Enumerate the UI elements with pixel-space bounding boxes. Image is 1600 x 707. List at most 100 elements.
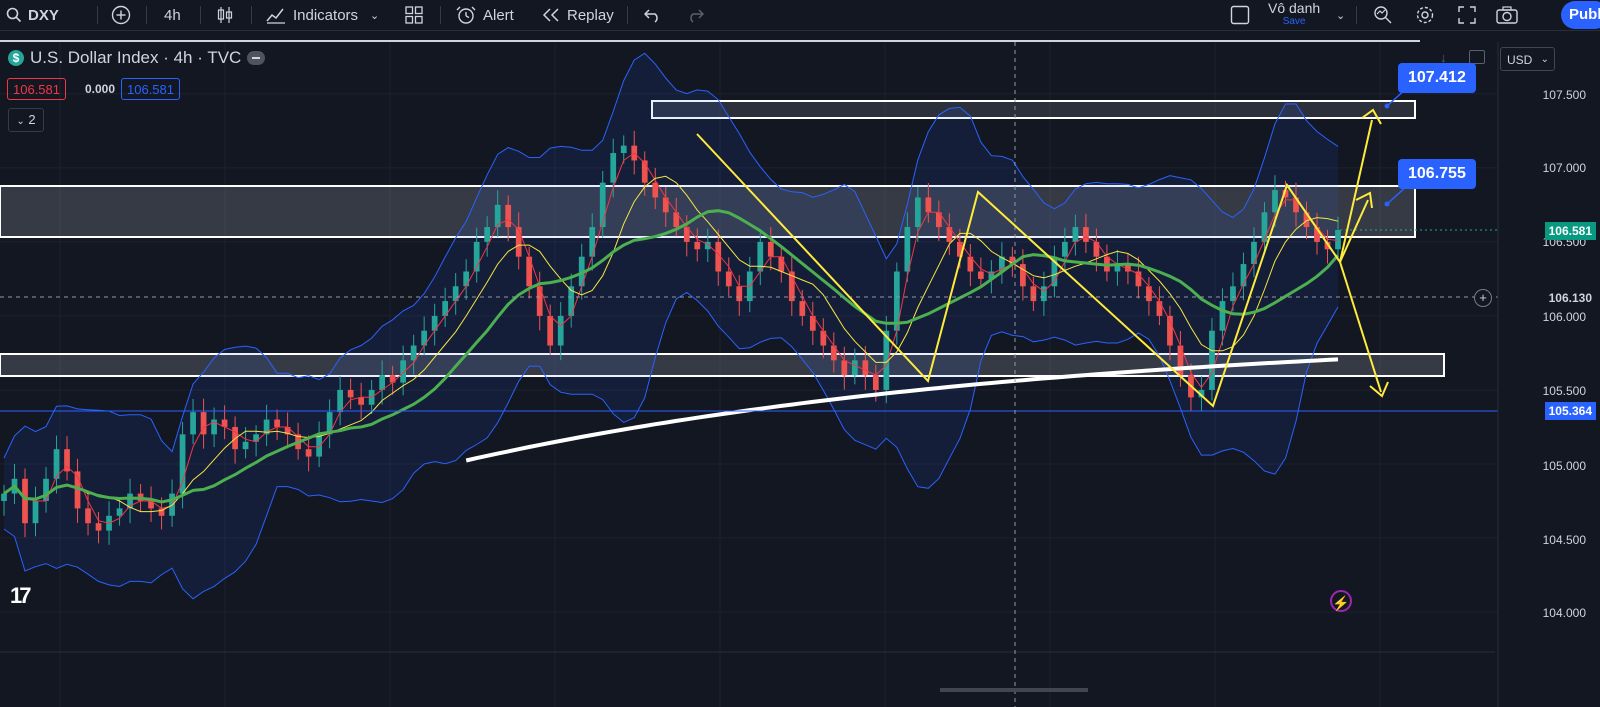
interval-label: 4h bbox=[164, 6, 181, 24]
hide-icon[interactable] bbox=[247, 51, 266, 65]
candle-body bbox=[620, 145, 627, 154]
spread-value: 0.000 bbox=[85, 82, 116, 96]
candle-body bbox=[505, 204, 512, 228]
bollinger-fill bbox=[4, 53, 1338, 599]
candle-body bbox=[547, 315, 554, 346]
window-icon[interactable] bbox=[1469, 50, 1485, 64]
candle-body bbox=[1261, 212, 1268, 242]
alert-button[interactable]: Alert bbox=[455, 0, 514, 30]
chevron-down-icon: ⌄ bbox=[1540, 54, 1549, 65]
candle-body bbox=[43, 478, 49, 501]
divider bbox=[627, 6, 628, 24]
interval-button[interactable]: 4h bbox=[164, 0, 181, 30]
redo-icon bbox=[686, 7, 704, 23]
replay-label: Replay bbox=[567, 6, 614, 24]
compare-symbol-button[interactable] bbox=[111, 0, 131, 30]
add-price-button[interactable]: + bbox=[1474, 289, 1492, 307]
crosshair-price-tag: 106.130 bbox=[1544, 289, 1596, 307]
candle-body bbox=[694, 241, 701, 250]
price-tick: 104.000 bbox=[1542, 606, 1586, 620]
candle-body bbox=[725, 271, 732, 287]
symbol-legend[interactable]: $ U.S. Dollar Index · 4h · TVC bbox=[8, 48, 266, 68]
candle-body bbox=[95, 523, 102, 531]
candle-body bbox=[85, 508, 91, 524]
divider bbox=[1356, 6, 1357, 24]
dollar-icon: $ bbox=[8, 50, 24, 66]
layouts-button[interactable] bbox=[404, 0, 424, 30]
candle-body bbox=[379, 375, 386, 390]
candle-body bbox=[778, 256, 785, 272]
buy-price-box[interactable]: 106.581 bbox=[121, 78, 180, 100]
undo-button[interactable] bbox=[644, 0, 662, 30]
price-chart[interactable] bbox=[0, 31, 1600, 707]
plus-circle-icon bbox=[111, 5, 131, 25]
current-price-tag: 106.581 bbox=[1544, 222, 1596, 240]
candle-body bbox=[1209, 330, 1215, 390]
candle-body bbox=[32, 500, 39, 524]
indicators-button[interactable]: Indicators ⌄ bbox=[266, 0, 379, 30]
divider bbox=[440, 6, 441, 24]
candle-body bbox=[1083, 227, 1089, 242]
symbol-search-button[interactable]: DXY bbox=[6, 0, 59, 30]
callout-anchor bbox=[1384, 201, 1390, 207]
sell-price-box[interactable]: 106.581 bbox=[7, 78, 66, 100]
candle-body bbox=[116, 508, 123, 516]
candle-body bbox=[463, 271, 470, 287]
chevron-down-icon[interactable]: ⌄ bbox=[1336, 0, 1345, 30]
candle-body bbox=[1, 493, 7, 501]
candle-body bbox=[914, 197, 921, 228]
fullscreen-icon bbox=[1458, 6, 1476, 24]
camera-icon bbox=[1496, 6, 1518, 24]
candle-body bbox=[1030, 286, 1037, 302]
quick-search-button[interactable] bbox=[1373, 0, 1395, 30]
divider bbox=[97, 6, 98, 24]
fullscreen-button[interactable] bbox=[1458, 0, 1476, 30]
candle-body bbox=[179, 434, 186, 494]
currency-selector[interactable]: USD ⌄ bbox=[1500, 47, 1555, 71]
multi-chart-checkbox[interactable] bbox=[1230, 0, 1250, 30]
layout-name-button[interactable]: Vô danh Save bbox=[1268, 0, 1320, 30]
divider bbox=[200, 6, 201, 24]
target-high-callout[interactable]: 107.412 bbox=[1398, 63, 1476, 93]
candle-body bbox=[1062, 241, 1068, 257]
candle-body bbox=[1272, 190, 1278, 213]
divider bbox=[146, 6, 147, 24]
candle-body bbox=[305, 449, 312, 457]
candle-body bbox=[410, 345, 417, 361]
lightning-icon[interactable]: ⚡ bbox=[1330, 590, 1352, 612]
symbol-label: DXY bbox=[28, 6, 59, 24]
candle-body bbox=[610, 153, 617, 183]
candle-body bbox=[1335, 230, 1341, 250]
candle-body bbox=[851, 360, 858, 376]
grid-icon bbox=[404, 5, 424, 25]
target-mid-callout[interactable]: 106.755 bbox=[1398, 159, 1476, 189]
settings-button[interactable] bbox=[1415, 0, 1435, 30]
candle-body bbox=[1156, 301, 1163, 316]
candle-body bbox=[841, 360, 848, 376]
redo-button[interactable] bbox=[686, 0, 704, 30]
candle-body bbox=[274, 419, 280, 427]
gear-icon bbox=[1415, 5, 1435, 25]
time-scroll-handle bbox=[940, 688, 1088, 692]
undo-icon bbox=[644, 7, 662, 23]
chart-type-button[interactable] bbox=[215, 0, 235, 30]
candle-body bbox=[872, 375, 879, 390]
chevron-down-icon: ⌄ bbox=[16, 116, 25, 127]
tradingview-logo: 17 bbox=[10, 583, 32, 608]
candles-icon bbox=[215, 5, 235, 25]
publish-button[interactable]: Publish bbox=[1561, 1, 1600, 29]
snapshot-button[interactable] bbox=[1496, 0, 1518, 30]
currency-label: USD bbox=[1507, 53, 1533, 67]
candle-body bbox=[1020, 264, 1026, 287]
candle-body bbox=[316, 434, 322, 457]
callout-anchor bbox=[1384, 103, 1390, 109]
candle-body bbox=[358, 397, 364, 405]
indicators-toggle[interactable]: ⌄ 2 bbox=[8, 108, 44, 132]
candle-body bbox=[1041, 286, 1047, 302]
price-tick: 107.500 bbox=[1542, 88, 1586, 102]
indicators-count: 2 bbox=[28, 112, 36, 127]
candle-body bbox=[515, 227, 522, 257]
replay-button[interactable]: Replay bbox=[541, 0, 614, 30]
chart-pane[interactable] bbox=[0, 31, 1600, 707]
search-zoom-icon bbox=[1373, 5, 1395, 25]
